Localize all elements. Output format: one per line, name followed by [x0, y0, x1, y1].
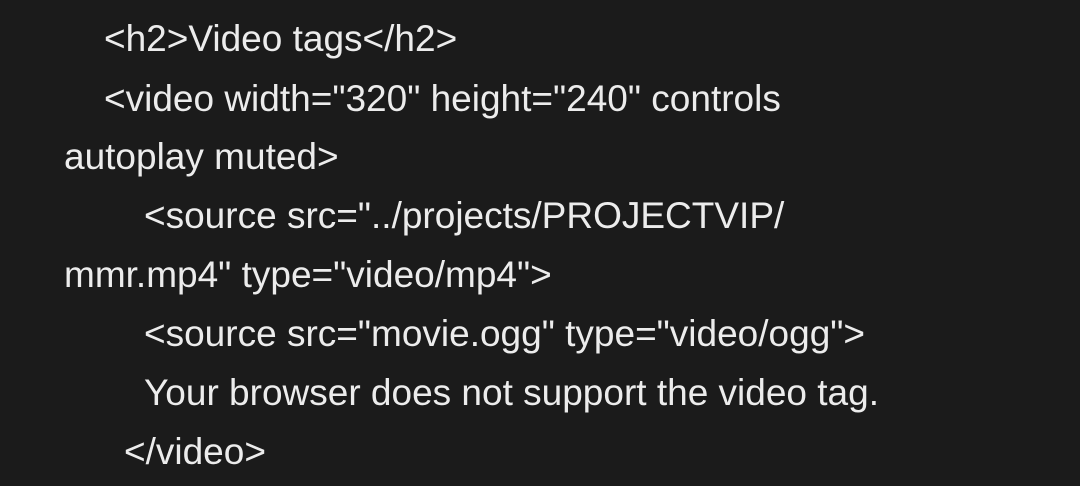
code-line-source-ogg: <source src="movie.ogg" type="video/ogg"… — [144, 313, 866, 354]
code-view: <h2>Video tags</h2> <video width="320" h… — [0, 0, 1080, 486]
code-line-video-open-wrap: autoplay muted> — [64, 136, 339, 177]
code-line-video-close: </video> — [124, 431, 266, 472]
code-line-video-open: <video width="320" height="240" controls — [104, 78, 781, 119]
code-line-fallback-text: Your browser does not support the video … — [144, 372, 879, 413]
code-line-source-mp4: <source src="../projects/PROJECTVIP/ — [144, 195, 785, 236]
code-line-h2: <h2>Video tags</h2> — [104, 18, 458, 59]
code-line-source-mp4-wrap: mmr.mp4" type="video/mp4"> — [64, 254, 552, 295]
